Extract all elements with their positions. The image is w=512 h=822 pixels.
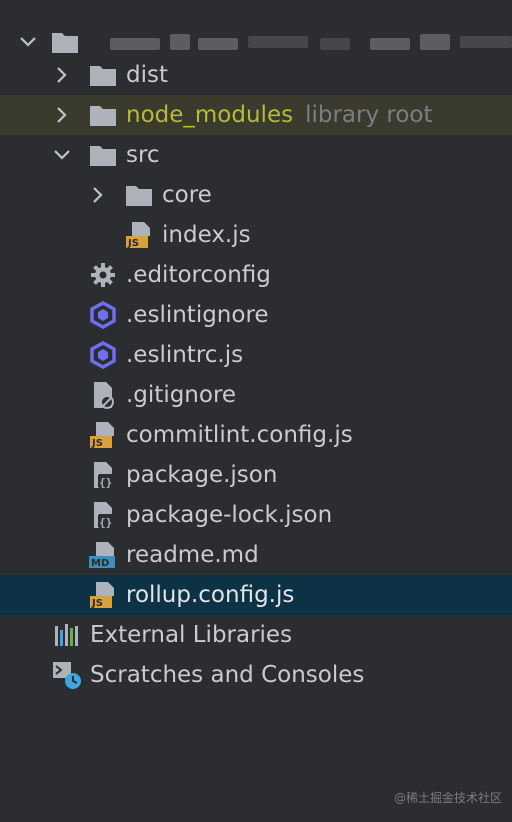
tree-item-label: Scratches and Consoles — [90, 662, 365, 688]
scratches-icon — [52, 660, 82, 690]
tree-item-index-js[interactable]: JS index.js — [0, 215, 512, 255]
tree-item-src[interactable]: src — [0, 135, 512, 175]
eslint-icon — [88, 300, 118, 330]
external-libraries-icon — [52, 620, 82, 650]
tree-item-label: package.json — [126, 462, 278, 488]
tree-item-readme-md[interactable]: MD readme.md — [0, 535, 512, 575]
tree-item-dist[interactable]: dist — [0, 55, 512, 95]
svg-text:MD: MD — [91, 558, 109, 569]
tree-item-label: package-lock.json — [126, 502, 333, 528]
folder-icon — [50, 27, 80, 57]
js-file-icon: JS — [88, 420, 118, 450]
tree-item-rollup-config-js[interactable]: JS rollup.config.js — [0, 575, 512, 615]
markdown-file-icon: MD — [88, 540, 118, 570]
tree-item-label: commitlint.config.js — [126, 422, 353, 448]
gear-icon — [88, 260, 118, 290]
tree-item-label: node_modules — [126, 102, 294, 128]
tree-item-label: .eslintignore — [126, 302, 269, 328]
tree-item-label: .editorconfig — [126, 262, 271, 288]
js-file-icon: JS — [88, 580, 118, 610]
chevron-right-icon[interactable] — [52, 65, 72, 85]
tree-item-eslintignore[interactable]: .eslintignore — [0, 295, 512, 335]
svg-text:{}: {} — [99, 476, 112, 489]
tree-item-label: .gitignore — [126, 382, 237, 408]
watermark: @稀土掘金技术社区 — [393, 791, 502, 805]
folder-icon — [88, 60, 118, 90]
json-file-icon: {} — [88, 460, 118, 490]
chevron-right-icon[interactable] — [52, 105, 72, 125]
json-file-icon: {} — [88, 500, 118, 530]
chevron-down-icon[interactable] — [18, 32, 38, 52]
tree-item-label: index.js — [162, 222, 251, 248]
tree-item-label: .eslintrc.js — [126, 342, 244, 368]
tree-item-label: core — [162, 182, 212, 208]
chevron-right-icon[interactable] — [88, 185, 108, 205]
tree-item-node-modules[interactable]: node_modules library root — [0, 95, 512, 135]
tree-item-package-lock-json[interactable]: {} package-lock.json — [0, 495, 512, 535]
tree-item-label: rollup.config.js — [126, 582, 295, 608]
tree-item-label: dist — [126, 62, 168, 88]
tree-item-external-libraries[interactable]: External Libraries — [0, 615, 512, 655]
tree-item-scratches-and-consoles[interactable]: Scratches and Consoles — [0, 655, 512, 695]
folder-icon — [124, 180, 154, 210]
tree-item-gitignore[interactable]: .gitignore — [0, 375, 512, 415]
tree-item-label: External Libraries — [90, 622, 293, 648]
svg-text:JS: JS — [91, 438, 103, 449]
eslint-icon — [88, 340, 118, 370]
chevron-down-icon[interactable] — [52, 145, 72, 165]
tree-item-label: src — [126, 142, 160, 168]
svg-text:JS: JS — [91, 598, 103, 609]
tree-item-commitlint-config-js[interactable]: JS commitlint.config.js — [0, 415, 512, 455]
svg-text:JS: JS — [127, 238, 139, 249]
library-root-hint: library root — [305, 102, 433, 128]
folder-icon — [88, 100, 118, 130]
tree-item-eslintrc-js[interactable]: .eslintrc.js — [0, 335, 512, 375]
tree-item-label: readme.md — [126, 542, 259, 568]
tree-item-editorconfig[interactable]: .editorconfig — [0, 255, 512, 295]
svg-text:{}: {} — [99, 516, 112, 529]
folder-icon — [88, 140, 118, 170]
js-file-icon: JS — [124, 220, 154, 250]
tree-item-package-json[interactable]: {} package.json — [0, 455, 512, 495]
ignore-file-icon — [88, 380, 118, 410]
tree-item-core[interactable]: core — [0, 175, 512, 215]
tree-item-label-row: node_modules library root — [126, 95, 433, 135]
